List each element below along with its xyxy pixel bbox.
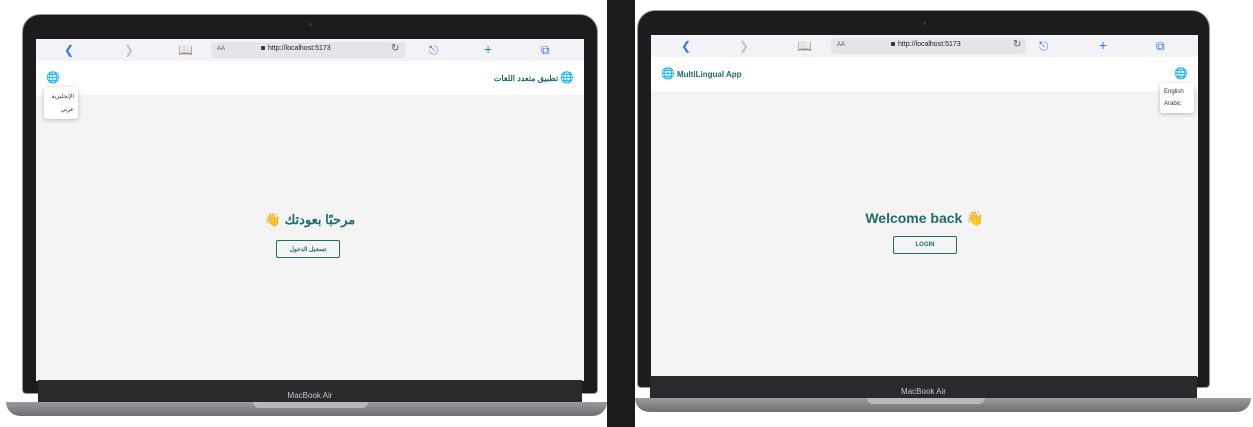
bookmarks-icon[interactable]: 📖	[797, 38, 812, 54]
reload-icon[interactable]: ↻	[1013, 39, 1021, 50]
language-menu: الإنجليزية عربي	[44, 87, 78, 119]
browser-toolbar: ❮ ❯ 📖 AA http://localhost:5173 ↻ ⎋ + ⧉	[36, 39, 584, 62]
app-header: 🌐 🌐 تطبيق متعدد اللغات	[36, 61, 584, 95]
new-tab-icon[interactable]: +	[1099, 37, 1107, 53]
laptop-notch	[253, 402, 368, 408]
menu-item-english[interactable]: الإنجليزية	[44, 90, 78, 103]
laptop-chin: MacBook Air	[650, 376, 1197, 398]
laptop-english: ❮ ❯ 📖 AA http://localhost:5173 ↻ ⎋ + ⧉ 🌐…	[635, 0, 1253, 427]
new-tab-icon[interactable]: +	[484, 41, 492, 57]
divider	[607, 0, 635, 427]
screen: ❮ ❯ 📖 AA http://localhost:5173 ↻ ⎋ + ⧉ 🌐…	[36, 39, 584, 381]
share-icon[interactable]: ⎋	[429, 42, 439, 58]
browser-toolbar: ❮ ❯ 📖 AA http://localhost:5173 ↻ ⎋ + ⧉	[651, 35, 1198, 58]
app-title: 🌐 MultiLingual App	[661, 68, 742, 80]
waving-hand-icon: 👋	[264, 212, 281, 227]
camera	[309, 23, 312, 26]
menu-item-english[interactable]: English	[1160, 86, 1194, 98]
globe-icon: 🌐	[560, 72, 574, 84]
globe-icon[interactable]: 🌐	[1174, 67, 1188, 80]
url-text: http://localhost:5173	[891, 41, 961, 48]
laptop-lid: ❮ ❯ 📖 AA http://localhost:5173 ↻ ⎋ + ⧉ 🌐…	[637, 10, 1210, 388]
screen: ❮ ❯ 📖 AA http://localhost:5173 ↻ ⎋ + ⧉ 🌐…	[651, 35, 1198, 377]
laptop-notch	[867, 398, 985, 404]
back-icon[interactable]: ❮	[64, 42, 74, 58]
share-icon[interactable]: ⎋	[1039, 38, 1049, 54]
lock-icon	[261, 46, 265, 51]
app-header: 🌐 MultiLingual App 🌐	[651, 57, 1198, 91]
address-bar[interactable]: AA http://localhost:5173 ↻	[831, 38, 1026, 54]
laptop-model-label: MacBook Air	[287, 391, 333, 400]
globe-icon: 🌐	[661, 68, 675, 80]
forward-icon[interactable]: ❯	[739, 38, 749, 54]
welcome-heading: Welcome back 👋	[865, 210, 984, 226]
waving-hand-icon: 👋	[966, 210, 984, 226]
login-button[interactable]: تسجيل الدخول	[276, 240, 340, 258]
menu-item-arabic[interactable]: Arabic	[1160, 98, 1194, 110]
reload-icon[interactable]: ↻	[391, 43, 399, 54]
laptop-chin: MacBook Air	[38, 380, 582, 402]
reader-aa-button[interactable]: AA	[837, 42, 845, 48]
camera	[923, 22, 926, 25]
url-text: http://localhost:5173	[261, 45, 331, 52]
laptop-model-label: MacBook Air	[901, 387, 946, 396]
app-title: 🌐 تطبيق متعدد اللغات	[493, 72, 574, 84]
login-button[interactable]: LOGIN	[893, 236, 957, 254]
reader-aa-button[interactable]: AA	[217, 46, 225, 52]
forward-icon[interactable]: ❯	[124, 42, 134, 58]
laptop-arabic: ❮ ❯ 📖 AA http://localhost:5173 ↻ ⎋ + ⧉ 🌐…	[0, 0, 607, 427]
tabs-icon[interactable]: ⧉	[1156, 38, 1165, 54]
language-menu: English Arabic	[1160, 83, 1194, 113]
menu-item-arabic[interactable]: عربي	[44, 103, 78, 116]
lock-icon	[891, 42, 895, 47]
welcome-heading: مرحبًا بعودتك 👋	[264, 212, 356, 227]
tabs-icon[interactable]: ⧉	[541, 42, 550, 58]
laptop-lid: ❮ ❯ 📖 AA http://localhost:5173 ↻ ⎋ + ⧉ 🌐…	[22, 14, 598, 394]
address-bar[interactable]: AA http://localhost:5173 ↻	[211, 42, 406, 58]
back-icon[interactable]: ❮	[681, 38, 691, 54]
bookmarks-icon[interactable]: 📖	[178, 42, 193, 58]
globe-icon[interactable]: 🌐	[46, 71, 60, 84]
